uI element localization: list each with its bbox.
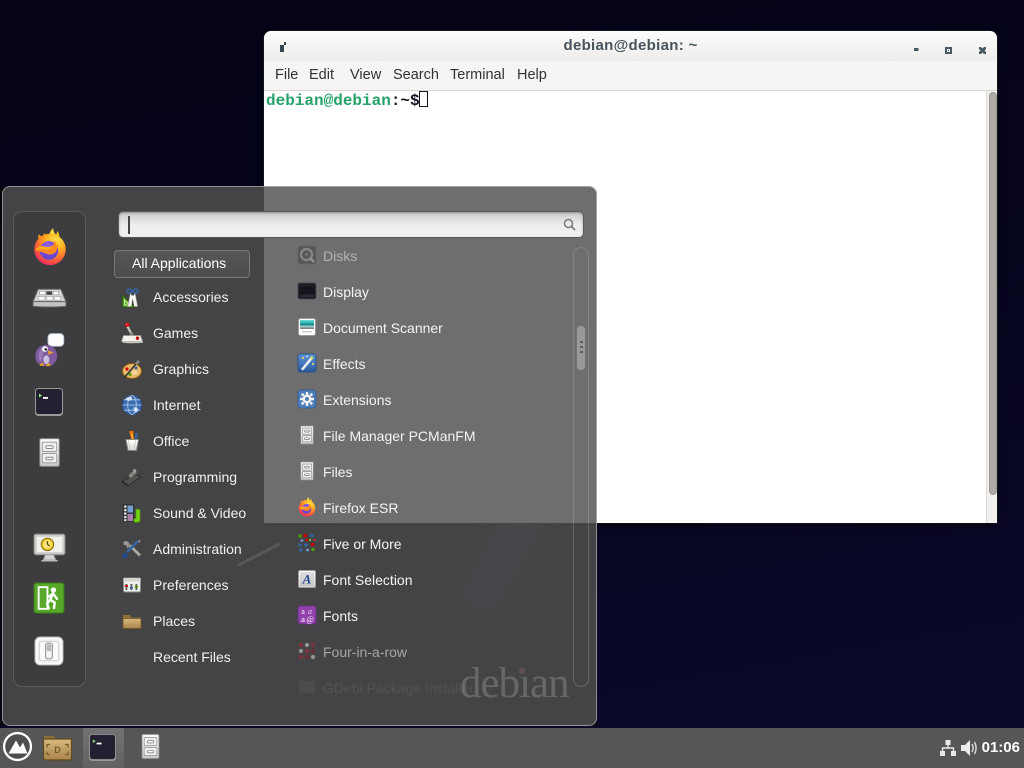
svg-text:D: D <box>54 745 61 755</box>
